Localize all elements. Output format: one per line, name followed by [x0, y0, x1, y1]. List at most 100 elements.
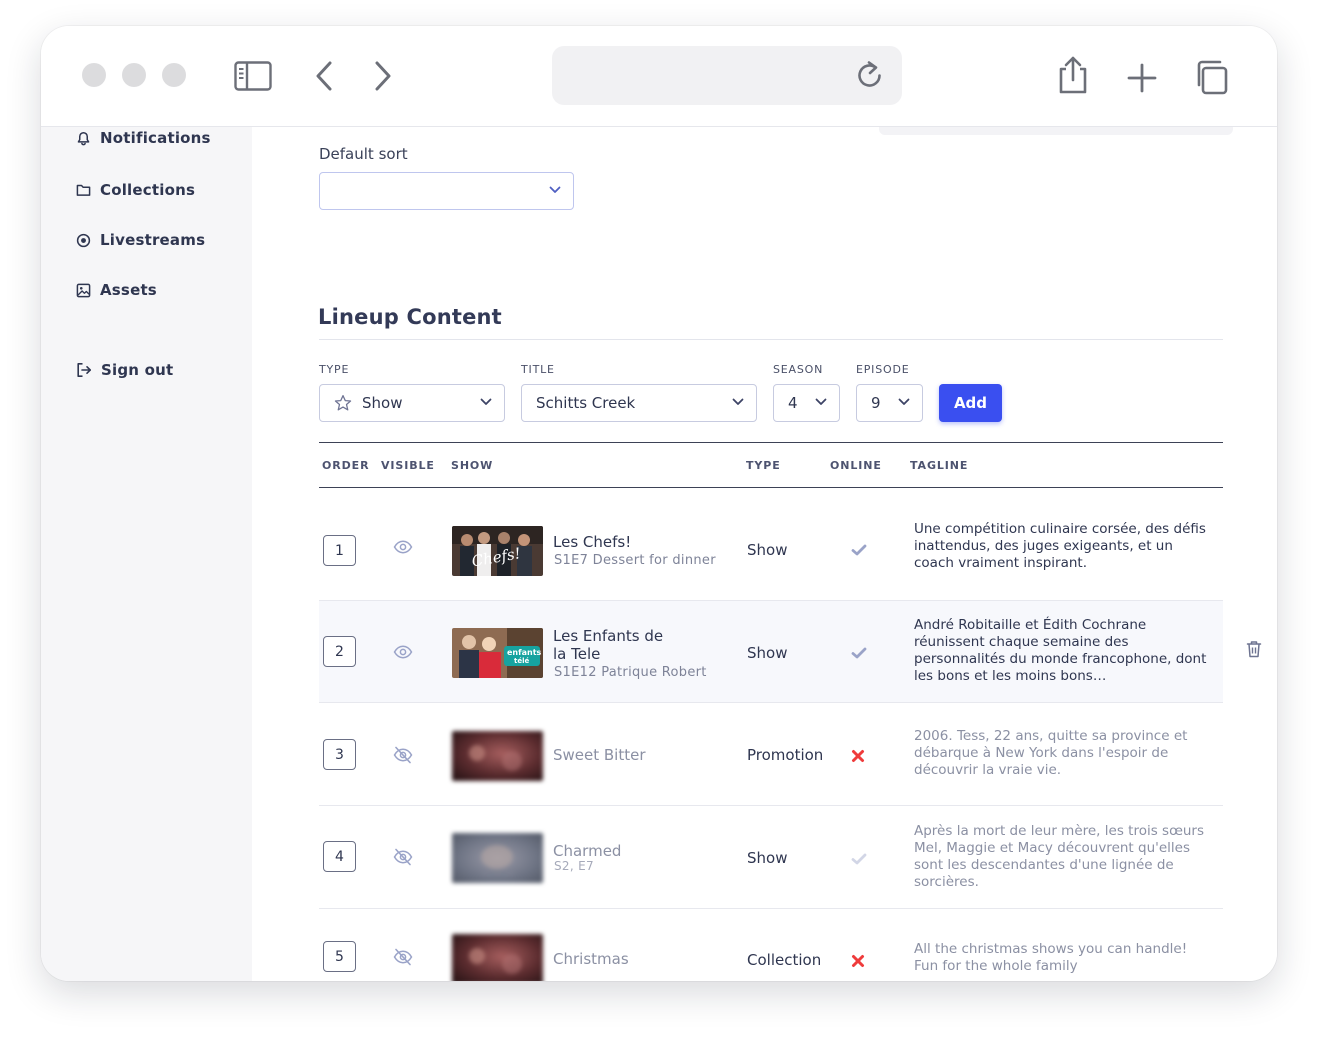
- lineup-content-title: Lineup Content: [318, 305, 502, 329]
- back-button[interactable]: [309, 58, 339, 94]
- reload-button[interactable]: [852, 58, 888, 94]
- chevron-right-icon: [375, 61, 391, 91]
- sidebar-item-collections[interactable]: Collections: [76, 181, 195, 199]
- window-minimize-dot[interactable]: [122, 63, 146, 87]
- chevron-down-icon: [732, 398, 744, 405]
- show-thumbnail: enfants télé: [452, 628, 543, 678]
- season-select[interactable]: 4: [773, 384, 840, 422]
- order-number[interactable]: 2: [323, 636, 356, 667]
- show-title: Les Enfants de la Tele: [553, 627, 664, 663]
- table-top-rule: [319, 442, 1223, 443]
- browser-window: Notifications Collections Livestreams As…: [41, 26, 1277, 981]
- type-cell: Promotion: [747, 746, 824, 764]
- eye-off-icon[interactable]: [393, 746, 413, 764]
- trash-icon[interactable]: [1246, 640, 1262, 658]
- tagline: 2006. Tess, 22 ans, quitte sa province e…: [914, 728, 1188, 778]
- chevron-down-icon: [549, 186, 561, 193]
- sign-out-label: Sign out: [101, 361, 174, 379]
- tab-overview-button[interactable]: [1188, 56, 1232, 98]
- svg-text:enfants: enfants: [507, 648, 542, 657]
- sidebar-item-label: Notifications: [100, 129, 211, 147]
- section-divider: [319, 339, 1223, 340]
- browser-toolbar: [41, 26, 1277, 127]
- column-header-online: ONLINE: [830, 459, 882, 472]
- sidebar-item-assets[interactable]: Assets: [76, 281, 157, 299]
- sign-out-icon: [77, 363, 91, 377]
- window-close-dot[interactable]: [82, 63, 106, 87]
- show-title: Les Chefs!: [553, 533, 632, 551]
- tabs-overview-icon: [1197, 60, 1228, 95]
- chevron-down-icon: [480, 398, 492, 405]
- sidebar-toggle-button[interactable]: [231, 58, 275, 94]
- address-bar[interactable]: [552, 46, 902, 105]
- eye-icon[interactable]: [393, 540, 413, 554]
- order-number[interactable]: 5: [323, 941, 356, 972]
- eye-icon[interactable]: [393, 645, 413, 659]
- table-row[interactable]: 4 Charmed S2, E7 Show Après la mort de l…: [319, 806, 1223, 909]
- type-cell: Show: [747, 541, 788, 559]
- show-thumbnail: [452, 833, 543, 883]
- episode-label: EPISODE: [856, 363, 910, 376]
- title-label: TITLE: [521, 363, 555, 376]
- title-select-value: Schitts Creek: [536, 394, 636, 412]
- order-number[interactable]: 3: [323, 739, 356, 770]
- table-row[interactable]: 2 enfants télé Les Enfants de la Tele S1…: [319, 601, 1223, 703]
- type-select[interactable]: Show: [319, 384, 505, 422]
- sidebar-item-notifications[interactable]: Notifications: [76, 129, 211, 147]
- sign-out-link[interactable]: Sign out: [76, 361, 173, 379]
- column-header-type: TYPE: [746, 459, 781, 472]
- episode-select-value: 9: [871, 394, 881, 412]
- chevron-left-icon: [316, 61, 332, 91]
- svg-text:télé: télé: [514, 657, 529, 665]
- window-zoom-dot[interactable]: [162, 63, 186, 87]
- column-header-visible: VISIBLE: [381, 459, 435, 472]
- tagline: Une compétition culinaire corsée, des dé…: [914, 521, 1206, 571]
- type-cell: Collection: [747, 951, 822, 969]
- table-row[interactable]: 3 Sweet Bitter Promotion 2006. Tess, 22 …: [319, 703, 1223, 806]
- order-number[interactable]: 4: [323, 841, 356, 872]
- checkmark-icon: [851, 647, 867, 659]
- tagline: All the christmas shows you can handle! …: [914, 941, 1188, 974]
- add-button[interactable]: Add: [939, 384, 1002, 422]
- main-content: Default sort Lineup Content TYPE Show TI…: [252, 127, 1277, 981]
- checkmark-icon: [851, 544, 867, 556]
- show-title: Christmas: [553, 950, 629, 968]
- default-sort-select[interactable]: [319, 172, 574, 210]
- sidebar-item-label: Collections: [100, 181, 196, 199]
- season-select-value: 4: [788, 394, 798, 412]
- folder-icon: [76, 184, 91, 196]
- show-episode: S1E7 Dessert for dinner: [554, 553, 716, 568]
- sidebar-item-livestreams[interactable]: Livestreams: [76, 231, 205, 249]
- tagline: Après la mort de leur mère, les trois sœ…: [914, 823, 1205, 890]
- chevron-down-icon: [815, 398, 827, 405]
- eye-off-icon[interactable]: [393, 848, 413, 866]
- star-icon: [334, 394, 352, 411]
- type-label: TYPE: [319, 363, 350, 376]
- show-episode: S1E12 Patrique Robert: [554, 665, 707, 680]
- sidebar-item-label: Assets: [100, 281, 157, 299]
- plus-icon: [1127, 63, 1157, 93]
- tagline: André Robitaille et Édith Cochrane réuni…: [914, 617, 1207, 684]
- eye-off-icon[interactable]: [393, 948, 413, 966]
- share-button[interactable]: [1052, 54, 1094, 96]
- show-title: Sweet Bitter: [553, 746, 646, 764]
- table-row[interactable]: 5 Christmas Collection All the christmas…: [319, 909, 1223, 981]
- share-icon: [1059, 56, 1087, 94]
- title-select[interactable]: Schitts Creek: [521, 384, 757, 422]
- card-edge: [879, 127, 1233, 135]
- show-thumbnail: [452, 731, 543, 781]
- default-sort-label: Default sort: [319, 145, 408, 163]
- order-number[interactable]: 1: [323, 535, 356, 566]
- sidebar: Notifications Collections Livestreams As…: [41, 127, 252, 981]
- show-episode: S2, E7: [554, 859, 594, 873]
- table-row[interactable]: 1 Chefs! Les Chefs! S1E7 Dessert for din…: [319, 488, 1223, 601]
- livestream-icon: [76, 233, 91, 247]
- type-select-value: Show: [362, 394, 403, 412]
- new-tab-button[interactable]: [1122, 58, 1162, 98]
- forward-button[interactable]: [368, 58, 398, 94]
- show-thumbnail: Chefs!: [452, 526, 543, 576]
- season-label: SEASON: [773, 363, 824, 376]
- cross-icon: [852, 750, 864, 762]
- sidebar-toggle-icon: [234, 61, 272, 91]
- episode-select[interactable]: 9: [856, 384, 923, 422]
